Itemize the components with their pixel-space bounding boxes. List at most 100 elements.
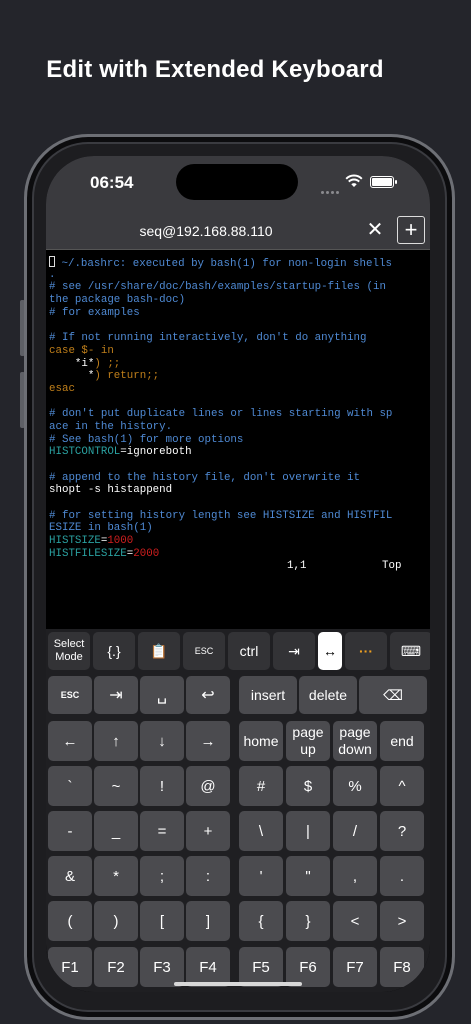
page-down-key[interactable]: page down [333,721,377,761]
page-up-key[interactable]: page up [286,721,330,761]
add-tab-icon[interactable]: + [397,216,425,244]
tab-toolbar-button[interactable]: ⇥ [273,632,315,670]
double-quote-key[interactable]: " [286,856,330,896]
end-key[interactable]: end [380,721,424,761]
f5-label: F5 [252,958,270,976]
comma-key[interactable]: , [333,856,377,896]
drag-mode-button[interactable]: ↔ [318,632,342,670]
backspace-key[interactable]: ⌫ [359,676,427,714]
close-bracket-label: ] [205,912,211,930]
ctrl-toolbar-button[interactable]: ctrl [228,632,270,670]
less-than-key[interactable]: < [333,901,377,941]
terminal-text-segment: HISTFILESIZE [49,547,127,560]
period-key[interactable]: . [380,856,424,896]
phone-screen: 06:54 seq@192.168.88.110 ✕ + ~/.bashrc: … [46,156,430,992]
session-tab-title[interactable]: seq@192.168.88.110 [46,223,366,239]
pipe-key[interactable]: | [286,811,330,851]
close-paren-label: ) [113,912,119,930]
f7-key[interactable]: F7 [333,947,377,987]
f2-key[interactable]: F2 [94,947,138,987]
slash-key[interactable]: / [333,811,377,851]
backslash-key[interactable]: \ [239,811,283,851]
terminal-line: the package bash-doc) [49,294,429,307]
hash-key[interactable]: # [239,766,283,806]
f1-key[interactable]: F1 [48,947,92,987]
underscore-key[interactable]: _ [94,811,138,851]
ampersand-label: & [64,867,75,885]
more-button[interactable]: ··· [345,632,387,670]
minus-key[interactable]: - [48,811,92,851]
open-brace-key[interactable]: { [239,901,283,941]
session-tab-bar: seq@192.168.88.110 ✕ + [46,212,430,250]
open-bracket-key[interactable]: [ [140,901,184,941]
more-label: ··· [359,643,373,659]
terminal-line: # If not running interactively, don't do… [49,332,429,345]
arrow-down-key[interactable]: ↓ [140,721,184,761]
at-key[interactable]: @ [186,766,230,806]
close-paren-key[interactable]: ) [94,901,138,941]
semicolon-key[interactable]: ; [140,856,184,896]
backspace-label: ⌫ [383,686,403,703]
colon-key[interactable]: : [186,856,230,896]
exclamation-key[interactable]: ! [140,766,184,806]
greater-than-key[interactable]: > [380,901,424,941]
clipboard-icon-button[interactable]: 📋 [138,632,180,670]
caret-label: ^ [398,777,406,795]
tilde-key[interactable]: ~ [94,766,138,806]
close-brace-key[interactable]: } [286,901,330,941]
close-bracket-key[interactable]: ] [186,901,230,941]
equals-key[interactable]: = [140,811,184,851]
f8-key[interactable]: F8 [380,947,424,987]
space-key[interactable]: ␣ [140,676,184,714]
insert-key[interactable]: insert [239,676,297,714]
minus-label: - [67,822,73,840]
tab-key[interactable]: ⇥ [94,676,138,714]
keyboard-hide-button[interactable]: ⌨ [390,632,430,670]
terminal-text-segment: . [49,268,56,281]
terminal-output[interactable]: ~/.bashrc: executed by bash(1) for non-l… [49,256,429,561]
plus-key[interactable]: + [186,811,230,851]
underscore-label: _ [111,822,121,840]
status-bar: 06:54 [46,156,430,212]
open-paren-key[interactable]: ( [48,901,92,941]
f4-key[interactable]: F4 [186,947,230,987]
f5-key[interactable]: F5 [239,947,283,987]
terminal-text-segment: HISTSIZE [49,535,101,548]
return-key[interactable]: ↩ [186,676,230,714]
home-key[interactable]: home [239,721,283,761]
select-mode-button[interactable]: Select Mode [48,632,90,670]
terminal-text-segment: * [49,370,95,383]
cellular-dots-icon [321,181,341,194]
home-label: home [243,732,279,749]
delete-key[interactable]: delete [299,676,357,714]
percent-key[interactable]: % [333,766,377,806]
hash-label: # [256,777,266,795]
ampersand-key[interactable]: & [48,856,92,896]
arrow-up-key[interactable]: ↑ [94,721,138,761]
backtick-key[interactable]: ` [48,766,92,806]
terminal-text-segment: HISTCONTROL [49,446,121,459]
snippet-button[interactable]: {.} [93,632,135,670]
arrow-right-key[interactable]: → [186,721,230,761]
arrow-left-key[interactable]: ← [48,721,92,761]
esc-key[interactable]: ESC [48,676,92,714]
esc-toolbar-label: ESC [194,646,214,656]
dollar-label: $ [303,777,313,795]
terminal-text-segment: *i* [49,357,95,370]
f6-key[interactable]: F6 [286,947,330,987]
plus-label: + [203,822,213,840]
esc-toolbar-button[interactable]: ESC [183,632,225,670]
caret-key[interactable]: ^ [380,766,424,806]
question-key[interactable]: ? [380,811,424,851]
question-label: ? [397,822,407,840]
asterisk-key[interactable]: * [94,856,138,896]
terminal-line: esac [49,383,429,396]
open-bracket-label: [ [159,912,165,930]
close-tab-icon[interactable]: ✕ [363,218,387,242]
home-indicator [174,982,302,986]
f3-key[interactable]: F3 [140,947,184,987]
clipboard-icon-label: 📋 [150,642,168,659]
dollar-key[interactable]: $ [286,766,330,806]
single-quote-key[interactable]: ' [239,856,283,896]
terminal-text-segment: # for examples [49,306,140,319]
